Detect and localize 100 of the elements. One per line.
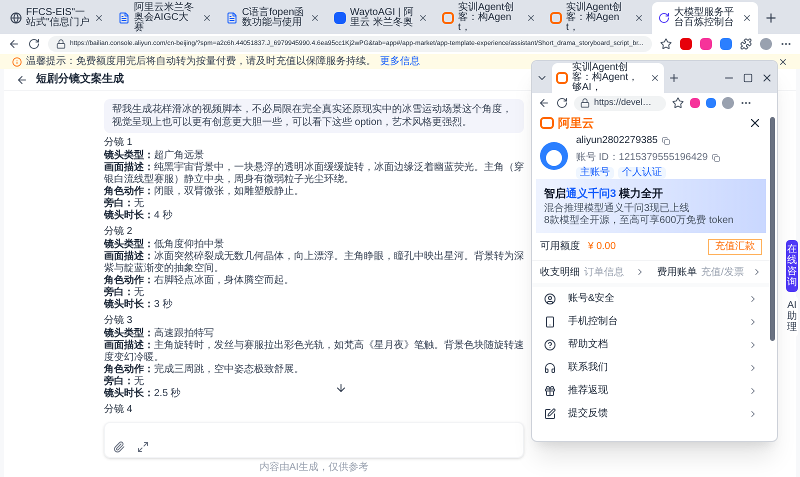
browser-tab[interactable]: 实训Agent创客：构Agent， bbox=[544, 2, 650, 34]
site-info-icon[interactable] bbox=[580, 98, 590, 108]
shot-field: 角色动作：右脚轻点冰面，身体腾空而起。 bbox=[104, 275, 294, 287]
close-icon[interactable] bbox=[778, 56, 788, 66]
star-icon[interactable] bbox=[660, 38, 672, 50]
shot-field: 画面描述：主角旋转时，发丝与赛服拉出彩色光轨，如梵高《星月夜》笔触。背景色块随旋转速度变幻冷暖。 bbox=[104, 340, 524, 364]
address-bar[interactable]: https://devel… bbox=[574, 96, 666, 110]
expand-icon[interactable] bbox=[137, 441, 149, 453]
phone-icon bbox=[544, 316, 556, 328]
shot-field: 镜头类型：高速跟拍特写 bbox=[104, 328, 214, 340]
shot-field: 旁白：无 bbox=[104, 287, 144, 299]
avatar-icon[interactable] bbox=[722, 97, 734, 109]
banner-text: 混合推理模型通义千问3现已上线 bbox=[544, 203, 691, 214]
shot-field: 镜头时长：3 秒 bbox=[104, 299, 172, 311]
page-title: 短剧分镜文案生成 bbox=[36, 71, 124, 88]
browser-tab[interactable]: 阿里云米兰冬奥会AIGC大赛 bbox=[112, 2, 218, 34]
avatar-icon[interactable] bbox=[760, 38, 772, 50]
more-info-link[interactable]: 更多信息 bbox=[380, 54, 420, 69]
edit-icon bbox=[544, 408, 556, 420]
side-widget-button[interactable]: AI助理 bbox=[786, 296, 798, 337]
shot-field: 镜头类型：低角度仰拍中景 bbox=[104, 239, 224, 251]
account-id: 账号 ID：1215379555196429 bbox=[576, 150, 708, 165]
page-icon bbox=[334, 12, 346, 24]
maximize-icon[interactable] bbox=[743, 73, 753, 83]
brand-logo-icon bbox=[540, 117, 554, 129]
banner-title: 智启通义千问3 模力全开 bbox=[544, 186, 664, 202]
menu-item[interactable]: 推荐返现 bbox=[532, 379, 770, 402]
shot-heading: 分镜 2 bbox=[104, 225, 132, 238]
avatar bbox=[540, 142, 568, 170]
site-info-icon[interactable] bbox=[56, 39, 66, 49]
browser-tab[interactable]: WaytoAGI | 阿里云 米兰冬奥 bbox=[328, 2, 434, 34]
bracket-logo-icon bbox=[556, 72, 568, 84]
back-icon[interactable] bbox=[538, 97, 550, 109]
shot-heading: 分镜 1 bbox=[104, 136, 132, 149]
shot-field: 画面描述：冰面突然碎裂成无数几何晶体，向上漂浮。主角睁眼，瞳孔中映出星河。背景转为深紫与靛蓝渐变的抽象空间。 bbox=[104, 251, 524, 275]
attach-icon[interactable] bbox=[113, 441, 125, 453]
browser-tab[interactable]: 大模型服务平台百炼控制台 bbox=[652, 2, 758, 34]
new-tab-icon[interactable] bbox=[668, 72, 680, 84]
browser-tab[interactable]: 实训Agent创客：构Agent， bbox=[436, 2, 542, 34]
swirl-icon bbox=[658, 12, 670, 24]
chat-input[interactable] bbox=[104, 422, 524, 458]
new-tab-icon[interactable] bbox=[764, 11, 778, 25]
globe-icon bbox=[10, 12, 22, 24]
arrow-down-icon bbox=[335, 382, 347, 394]
shot-field: 画面描述：纯黑宇宙背景中，一块悬浮的透明冰面缓缓旋转，冰面边缘泛着幽蓝荧光。主角（穿银白流线型赛服）静立中央，周身有微弱粒子光尘环绕。 bbox=[104, 162, 524, 186]
extension-icon[interactable] bbox=[720, 38, 732, 50]
extensions-icon[interactable] bbox=[740, 38, 752, 50]
reload-icon[interactable] bbox=[28, 38, 40, 50]
shot-field: 镜头类型：超广角远景 bbox=[104, 150, 204, 162]
brand-name: 阿里云 bbox=[558, 115, 594, 132]
browser-tab[interactable]: 实训Agent创客：构Agent，够AI， bbox=[552, 63, 664, 93]
user-message: 帮我生成花样滑冰的视频脚本，不必局限在完全真实还原现实中的冰雪运动场景这个角度，视觉呈现上也可以更有创意更大胆一些，可以看下这些 option，艺术风格更强烈。 bbox=[104, 99, 524, 133]
document-icon bbox=[118, 12, 130, 24]
menu-item[interactable]: 提交反馈 bbox=[532, 402, 770, 425]
balance-amount: ¥ 0.00 bbox=[588, 240, 616, 254]
copy-icon[interactable] bbox=[662, 136, 670, 144]
star-icon[interactable] bbox=[672, 97, 684, 109]
warning-icon bbox=[12, 56, 22, 66]
user-icon bbox=[544, 292, 556, 304]
browser-tab[interactable]: FFCS-EIS"一站式"信息门户 bbox=[4, 2, 110, 34]
shot-field: 镜头时长：2.5 秒 bbox=[104, 388, 181, 400]
shot-heading: 分镜 3 bbox=[104, 314, 132, 327]
document-icon bbox=[226, 12, 238, 24]
bracket-logo-icon bbox=[550, 12, 562, 24]
promo-banner[interactable]: 智启通义千问3 模力全开 混合推理模型通义千问3现已上线 8款模型全开源，至高可享600万免费 token bbox=[536, 179, 766, 233]
account-tag: 个人认证 bbox=[618, 167, 666, 179]
shot-field: 角色动作：完成三周跳，空中姿态极致舒展。 bbox=[104, 364, 304, 376]
close-icon[interactable] bbox=[748, 116, 762, 130]
menu-item[interactable]: 联系我们 bbox=[532, 356, 770, 379]
menu-item[interactable]: 账号&安全 bbox=[532, 287, 770, 310]
banner-text: 8款模型全开源，至高可享600万免费 token bbox=[544, 215, 734, 226]
close-icon[interactable] bbox=[761, 72, 773, 84]
back-icon[interactable] bbox=[16, 74, 28, 86]
shot-field: 旁白：无 bbox=[104, 198, 144, 210]
shot-field: 角色动作：闭眼，双臂微张，如雕塑般静止。 bbox=[104, 186, 304, 198]
extension-icon[interactable] bbox=[680, 38, 692, 50]
disclaimer-text: 内容由AI生成，仅供参考 bbox=[258, 460, 370, 475]
menu-item[interactable]: 手机控制台 bbox=[532, 310, 770, 333]
browser-tab[interactable]: C语言fopen函数功能与使用 bbox=[220, 2, 326, 34]
account-tag: 主账号 bbox=[576, 167, 614, 179]
shot-field: 旁白：无 bbox=[104, 376, 144, 388]
menu-item[interactable]: 帮助文档 bbox=[532, 333, 770, 356]
close-icon[interactable] bbox=[650, 73, 660, 83]
balance-label: 可用额度 bbox=[540, 240, 580, 254]
bracket-logo-icon bbox=[442, 12, 454, 24]
close-icon[interactable] bbox=[742, 13, 752, 23]
extension-icon[interactable] bbox=[700, 38, 712, 50]
account-name: aliyun2802279385 bbox=[576, 134, 658, 148]
notice-text: 温馨提示：免费额度用完后将自动转为按量付费，请及时充值以保障服务持续。 bbox=[26, 54, 376, 69]
help-icon bbox=[544, 338, 556, 350]
side-widget-button[interactable]: 在线咨询 bbox=[786, 240, 798, 292]
shot-field: 镜头时长：4 秒 bbox=[104, 210, 172, 222]
billing-link[interactable]: 费用账单 充值/发票 bbox=[657, 264, 762, 280]
shot-heading: 分镜 4 bbox=[104, 403, 132, 416]
headset-icon bbox=[544, 362, 556, 374]
gift-icon bbox=[544, 384, 556, 396]
billing-link[interactable]: 收支明细 订单信息 bbox=[540, 264, 645, 280]
copy-icon[interactable] bbox=[712, 154, 720, 162]
back-icon[interactable] bbox=[8, 38, 20, 50]
reload-icon[interactable] bbox=[556, 97, 568, 109]
